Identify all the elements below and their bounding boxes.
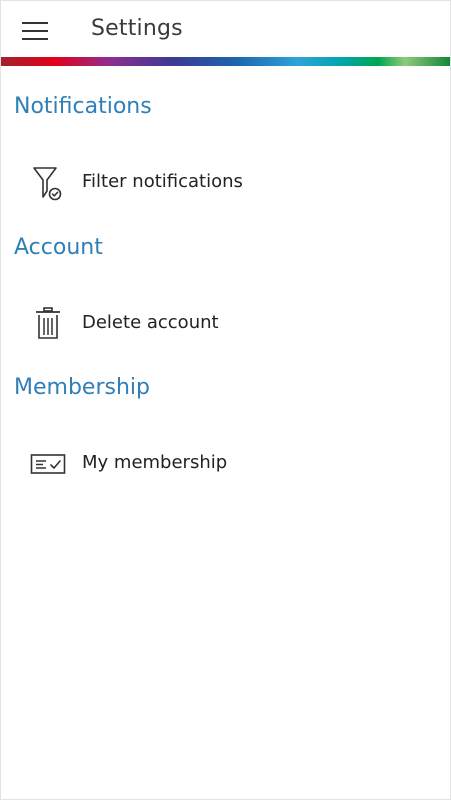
filter-notifications-item[interactable]: Filter notifications bbox=[1, 154, 450, 210]
settings-screen: Settings Notifications Filter notificati… bbox=[0, 0, 451, 800]
my-membership-item[interactable]: My membership bbox=[1, 435, 450, 491]
page-title: Settings bbox=[91, 16, 183, 41]
app-bar: Settings bbox=[1, 1, 450, 57]
trash-icon bbox=[29, 305, 67, 343]
section-heading-account: Account bbox=[14, 235, 103, 260]
section-heading-membership: Membership bbox=[14, 375, 150, 400]
hamburger-menu-icon bbox=[22, 22, 48, 40]
delete-account-label: Delete account bbox=[82, 312, 219, 333]
brand-stripe bbox=[1, 57, 450, 66]
my-membership-label: My membership bbox=[82, 452, 228, 473]
filter-icon bbox=[29, 164, 67, 202]
menu-button[interactable] bbox=[15, 15, 55, 47]
delete-account-item[interactable]: Delete account bbox=[1, 295, 450, 351]
section-heading-notifications: Notifications bbox=[14, 94, 152, 119]
filter-notifications-label: Filter notifications bbox=[82, 171, 243, 192]
membership-card-icon bbox=[29, 445, 67, 483]
